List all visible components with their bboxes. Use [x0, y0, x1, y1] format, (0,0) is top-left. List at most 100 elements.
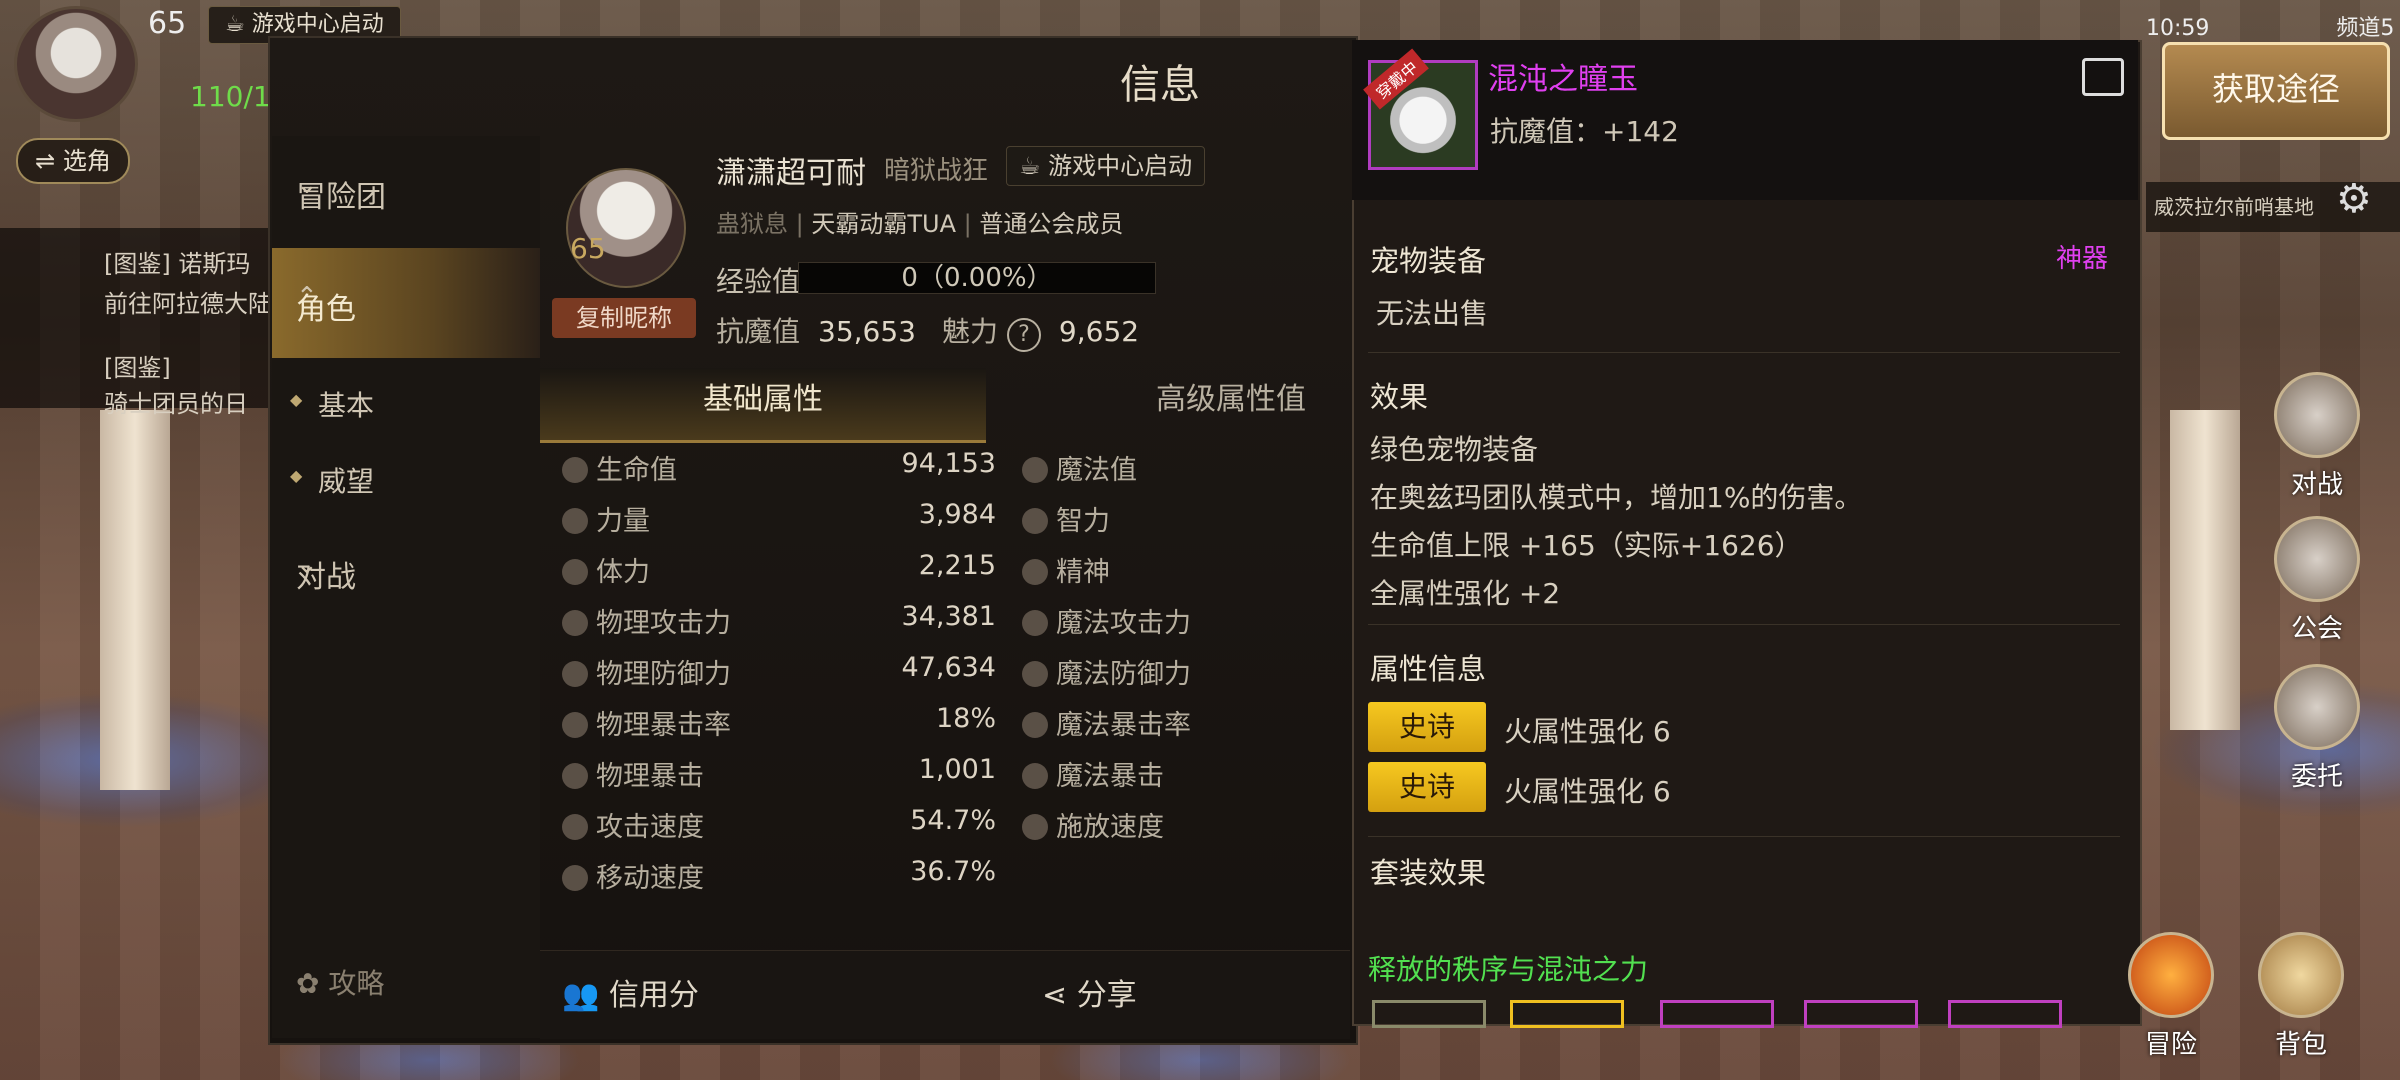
credit-score-button[interactable]: 👥 信用分 — [562, 970, 699, 1014]
effect-line: 生命值上限 +165（实际+1626） — [1370, 529, 1803, 562]
attribute-row: 攻击速度 54.7% — [562, 805, 996, 855]
quest-title[interactable]: [图鉴] — [104, 348, 171, 383]
attribute-row: 精神 — [1022, 550, 1322, 600]
set-item-slot[interactable] — [1804, 1000, 1918, 1028]
exp-bar: 0（0.00%） — [798, 262, 1156, 294]
attribute-row: 智力 — [1022, 499, 1322, 549]
set-effect-title: 套装效果 — [1370, 856, 1487, 890]
effect-line: 在奥兹玛团队模式中，增加1%的伤害。 — [1370, 481, 1863, 514]
attribute-label: 魔法暴击 — [1056, 761, 1164, 792]
effect-title: 效果 — [1370, 380, 1429, 414]
set-item-slot[interactable] — [1510, 1000, 1624, 1028]
gear-icon[interactable]: ⚙ — [2336, 176, 2372, 222]
attribute-icon — [562, 610, 588, 636]
attribute-icon — [1022, 610, 1048, 636]
bag-button[interactable]: 背包 — [2256, 932, 2346, 1061]
attribute-value: 18% — [935, 703, 996, 734]
attribute-label: 物理暴击 — [596, 761, 704, 792]
attribute-value: 34,381 — [901, 601, 996, 632]
swords-icon — [2274, 372, 2360, 458]
epic-badge: 史诗 — [1368, 762, 1486, 812]
set-name: 释放的秩序与混沌之力 — [1368, 953, 1649, 986]
set-item-slot[interactable] — [1948, 1000, 2062, 1028]
guild-rank: 普通公会成员 — [979, 210, 1124, 238]
character-level: 65 — [570, 232, 606, 265]
panel-title: 信息 — [1120, 62, 1200, 108]
board-icon — [2274, 664, 2360, 750]
sidebar-item-adventure-team[interactable]: 冒险团 ⌄ — [272, 136, 540, 246]
attribute-icon — [562, 559, 588, 585]
attribute-row: 物理防御力 47,634 — [562, 652, 996, 702]
share-button[interactable]: ⋖ 分享 — [1042, 970, 1137, 1014]
resist-charm-row: 抗魔值 35,653 魅力 ? 9,652 — [716, 310, 1165, 352]
attribute-row: 魔法值 — [1022, 448, 1322, 498]
set-item-slot[interactable] — [1660, 1000, 1774, 1028]
server-name: 蛊狱息 — [716, 210, 788, 238]
rarity-label: 神器 — [2056, 244, 2109, 274]
guild-info: 蛊狱息 | 天霸动霸TUA | 普通公会成员 — [716, 210, 1124, 238]
attribute-label: 施放速度 — [1056, 812, 1164, 843]
attr-info-title: 属性信息 — [1370, 652, 1487, 686]
player-avatar[interactable] — [14, 6, 138, 122]
adventure-label: 冒险 — [2144, 1030, 2197, 1060]
character-class: 暗狱战狂 — [884, 156, 989, 186]
attribute-value: 1,001 — [918, 754, 996, 785]
get-route-button[interactable]: 获取途径 — [2162, 42, 2390, 140]
share-icon: ⋖ — [1042, 978, 1068, 1013]
copy-name-button[interactable]: 复制昵称 — [552, 298, 696, 338]
attr-line: 火属性强化 6 — [1504, 775, 1671, 808]
attribute-row: 体力 2,215 — [562, 550, 996, 600]
resist-value: 35,653 — [818, 315, 916, 348]
channel-label: 频道5 — [2336, 16, 2395, 41]
commission-label: 委托 — [2290, 762, 2343, 792]
divider — [1368, 836, 2120, 837]
attribute-icon — [1022, 559, 1048, 585]
subitem-label: 威望 — [318, 465, 375, 498]
quest-tracker[interactable]: [图鉴] 诺斯玛 前往阿拉德大陆 [图鉴] 骑士团员的日 — [0, 228, 272, 418]
chevron-down-icon: ⌄ — [296, 170, 318, 200]
attribute-row: 施放速度 — [1022, 805, 1322, 855]
launch-tag-label: 游戏中心启动 — [1048, 152, 1193, 180]
attribute-label: 物理攻击力 — [596, 608, 731, 639]
attribute-label: 攻击速度 — [596, 812, 704, 843]
strategy-link[interactable]: ✿ 攻略 — [296, 962, 384, 1002]
guild-label: 公会 — [2290, 614, 2343, 644]
attribute-icon — [562, 763, 588, 789]
adventure-button[interactable]: 冒险 — [2126, 932, 2216, 1061]
divider — [1368, 624, 2120, 625]
diamond-icon: ◆ — [290, 466, 303, 485]
commission-button[interactable]: 委托 — [2272, 664, 2362, 793]
attribute-row: 物理暴击率 18% — [562, 703, 996, 753]
guild-button[interactable]: 公会 — [2272, 516, 2362, 645]
diamond-icon: ◆ — [290, 390, 303, 409]
expand-icon[interactable] — [2082, 58, 2124, 96]
sidebar-subitem-prestige[interactable]: ◆ 威望 — [272, 438, 540, 514]
share-label: 分享 — [1076, 978, 1137, 1013]
chevron-up-icon: ⌃ — [296, 282, 318, 312]
help-icon[interactable]: ? — [1006, 318, 1041, 352]
quest-title[interactable]: [图鉴] 诺斯玛 — [104, 244, 250, 279]
game-center-launch-tag: ☕ 游戏中心启动 — [1006, 146, 1206, 186]
attribute-label: 精神 — [1056, 557, 1110, 588]
epic-badge: 史诗 — [1368, 702, 1486, 752]
attribute-label: 魔法防御力 — [1056, 659, 1191, 690]
sidebar-item-character[interactable]: 角色 ⌃ — [272, 248, 540, 358]
launch-tag-label: 游戏中心启动 — [251, 12, 384, 37]
battle-label: 对战 — [2290, 470, 2343, 500]
select-role-button[interactable]: ⇌ 选角 — [16, 138, 130, 184]
attribute-icon — [1022, 457, 1048, 483]
sidebar-subitem-basic[interactable]: ◆ 基本 — [272, 362, 540, 438]
guild-name[interactable]: 天霸动霸TUA — [811, 210, 956, 238]
battle-button[interactable]: 对战 — [2272, 372, 2362, 501]
attribute-label: 智力 — [1056, 506, 1110, 537]
attribute-icon — [562, 508, 588, 534]
attribute-icon — [562, 457, 588, 483]
item-sell-status: 无法出售 — [1376, 297, 1489, 330]
sidebar-item-battle[interactable]: 对战 ⌄ — [272, 516, 540, 626]
set-item-slot[interactable] — [1372, 1000, 1486, 1028]
tab-basic-attributes[interactable]: 基础属性 — [540, 368, 986, 443]
attribute-label: 移动速度 — [596, 863, 704, 894]
subitem-label: 基本 — [318, 389, 375, 422]
attr-line: 火属性强化 6 — [1504, 715, 1671, 748]
pillar — [2170, 410, 2240, 730]
